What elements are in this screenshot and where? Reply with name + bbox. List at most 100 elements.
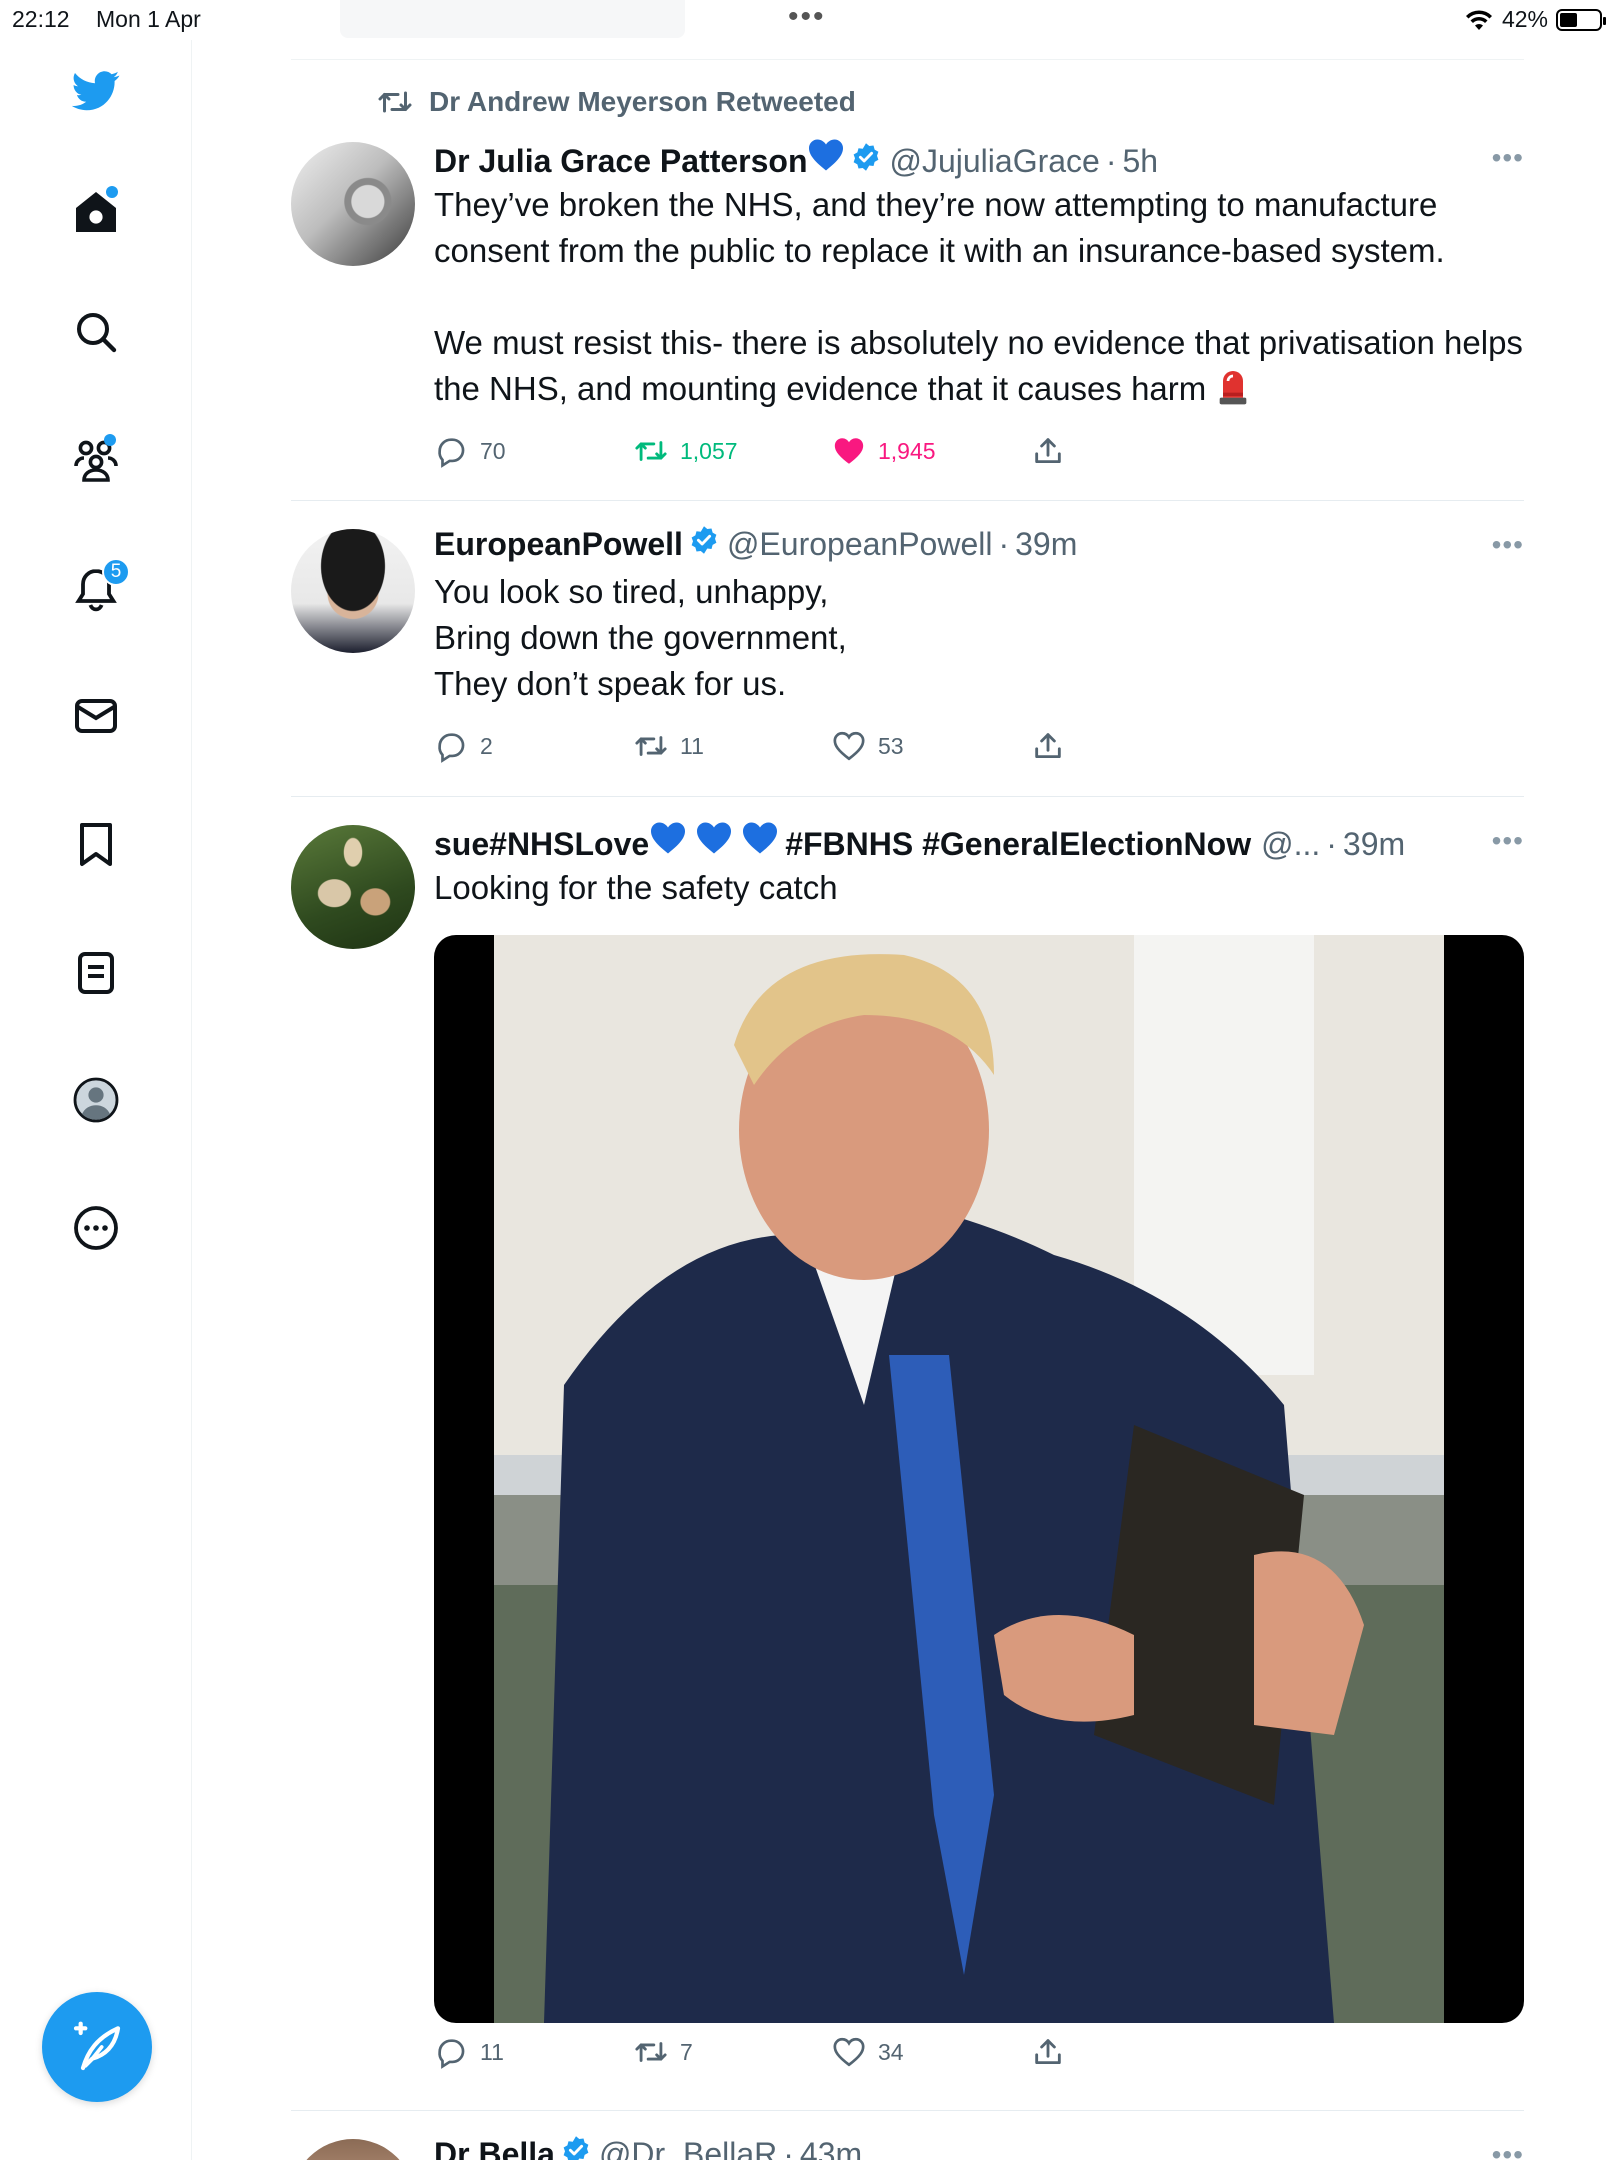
author-name[interactable]: sue#NHSLove — [434, 826, 649, 863]
author-handle[interactable]: @EuropeanPowell — [727, 526, 993, 563]
notifications-icon[interactable]: 5 — [66, 558, 130, 620]
tweet-body: sue#NHSLove #FBNHS #GeneralElectionNow @… — [434, 821, 1524, 911]
retweeted-by[interactable]: Dr Andrew Meyerson Retweeted — [429, 86, 856, 118]
tweet-media-image[interactable] — [434, 935, 1524, 2023]
tweet-header: Dr Bella @Dr_BellaR · 43m — [434, 2135, 1524, 2160]
wifi-icon — [1465, 9, 1492, 30]
like-count: 53 — [878, 732, 904, 759]
twitter-logo-icon[interactable] — [66, 60, 126, 120]
retweet-count: 7 — [680, 2038, 693, 2065]
battery-percent: 42% — [1501, 6, 1548, 32]
retweet-icon — [635, 441, 667, 461]
communities-icon[interactable] — [66, 430, 126, 490]
compose-tweet-button[interactable] — [42, 1992, 152, 2102]
sidebar: 5 — [0, 40, 192, 2160]
tweet[interactable]: sue#NHSLove #FBNHS #GeneralElectionNow @… — [291, 797, 1524, 2109]
status-date: Mon 1 Apr — [96, 6, 201, 32]
tweet-more-icon[interactable]: ••• — [1492, 529, 1524, 561]
tweet-body: EuropeanPowell @EuropeanPowell · 39m •••… — [434, 525, 1524, 707]
avatar[interactable] — [291, 2139, 415, 2160]
author-name-suffix[interactable]: #FBNHS #GeneralElectionNow — [785, 826, 1251, 863]
like-count: 34 — [878, 2038, 904, 2065]
share-button[interactable] — [1031, 434, 1065, 468]
share-button[interactable] — [1031, 729, 1065, 763]
status-bar: 22:12 Mon 1 Apr ••• 42% — [0, 0, 1620, 40]
reply-count: 2 — [480, 732, 493, 759]
retweet-button[interactable]: 11 — [634, 729, 704, 763]
share-icon — [1035, 438, 1061, 464]
tweet[interactable]: EuropeanPowell @EuropeanPowell · 39m •••… — [291, 501, 1524, 796]
like-button[interactable]: 34 — [832, 2035, 904, 2069]
share-icon — [1035, 733, 1061, 759]
blue-heart-emoji-icon — [743, 822, 778, 854]
reply-button[interactable]: 2 — [434, 729, 493, 763]
tweet-more-icon[interactable]: ••• — [1492, 825, 1524, 857]
battery-icon — [1556, 8, 1606, 31]
home-icon[interactable] — [66, 182, 126, 242]
author-handle[interactable]: @... — [1261, 826, 1320, 863]
reply-button[interactable]: 11 — [434, 2035, 504, 2069]
tweet-header: sue#NHSLove #FBNHS #GeneralElectionNow @… — [434, 821, 1524, 863]
tweet[interactable]: Dr Andrew Meyerson Retweeted Dr Julia Gr… — [291, 60, 1524, 500]
like-count: 1,945 — [878, 437, 936, 464]
bookmarks-icon[interactable] — [66, 814, 126, 874]
avatar[interactable] — [291, 529, 415, 653]
tweet-body: Dr Bella @Dr_BellaR · 43m ••• — [434, 2135, 1524, 2160]
tweet-header: EuropeanPowell @EuropeanPowell · 39m — [434, 525, 1524, 565]
separator-dot: · — [998, 526, 1010, 562]
reply-button[interactable]: 70 — [434, 434, 506, 468]
verified-badge-icon — [854, 143, 879, 171]
tweet-more-icon[interactable]: ••• — [1492, 2139, 1524, 2160]
photo-illustration — [494, 935, 1444, 2023]
tweet-actions: 70 1,057 1,945 — [434, 434, 1134, 474]
like-icon — [833, 731, 865, 761]
blue-heart-emoji-icon — [809, 139, 844, 171]
reply-icon — [438, 2039, 465, 2069]
tweet-actions: 11 7 34 — [434, 2035, 1134, 2075]
retweet-context: Dr Andrew Meyerson Retweeted — [377, 86, 856, 118]
more-icon[interactable] — [66, 1198, 126, 1258]
reply-count: 11 — [480, 2038, 504, 2065]
reply-icon — [438, 733, 465, 763]
like-button[interactable]: 53 — [832, 729, 904, 763]
tweet-time[interactable]: 5h — [1122, 143, 1158, 180]
separator-dot: · — [783, 2136, 794, 2160]
search-icon[interactable] — [66, 302, 126, 362]
retweet-button[interactable]: 7 — [634, 2035, 693, 2069]
tweet-time[interactable]: 39m — [1015, 526, 1077, 563]
retweet-button[interactable]: 1,057 — [634, 434, 738, 468]
reply-count: 70 — [480, 437, 506, 464]
status-right: 42% — [1464, 6, 1606, 33]
verified-badge-icon — [691, 526, 717, 554]
tweet-time[interactable]: 39m — [1343, 826, 1405, 863]
like-button[interactable]: 1,945 — [832, 434, 936, 468]
avatar[interactable] — [291, 142, 415, 266]
communities-new-dot — [104, 434, 116, 446]
tweet-time[interactable]: 43m — [800, 2136, 862, 2160]
tweet[interactable]: Dr Bella @Dr_BellaR · 43m ••• — [291, 2111, 1524, 2160]
notifications-badge: 5 — [102, 558, 130, 586]
profile-icon[interactable] — [66, 1070, 126, 1130]
author-name[interactable]: Dr Julia Grace Patterson — [434, 143, 807, 180]
blue-heart-emoji-icon — [697, 822, 732, 854]
share-button[interactable] — [1031, 2035, 1065, 2069]
author-handle[interactable]: @JujuliaGrace — [889, 143, 1099, 180]
home-new-dot — [106, 186, 118, 198]
tweet-text: You look so tired, unhappy, Bring down t… — [434, 573, 847, 702]
separator-dot: · — [1326, 826, 1337, 862]
tweet-text: They’ve broken the NHS, and they’re now … — [434, 186, 1523, 407]
messages-icon[interactable] — [66, 686, 126, 746]
author-name[interactable]: Dr Bella — [434, 2136, 555, 2160]
blue-heart-emoji-icon — [651, 822, 686, 854]
share-icon — [1035, 2039, 1061, 2065]
separator-dot: · — [1105, 143, 1117, 179]
avatar[interactable] — [291, 825, 415, 949]
author-handle[interactable]: @Dr_BellaR — [599, 2136, 777, 2160]
lists-icon[interactable] — [66, 943, 126, 1003]
multitasking-dots[interactable]: ••• — [788, 0, 826, 34]
tweet-more-icon[interactable]: ••• — [1492, 142, 1524, 174]
police-light-emoji-icon — [1219, 371, 1247, 405]
compose-feather-icon — [73, 2021, 121, 2071]
author-name[interactable]: EuropeanPowell — [434, 526, 683, 563]
status-time: 22:12 — [12, 6, 70, 32]
